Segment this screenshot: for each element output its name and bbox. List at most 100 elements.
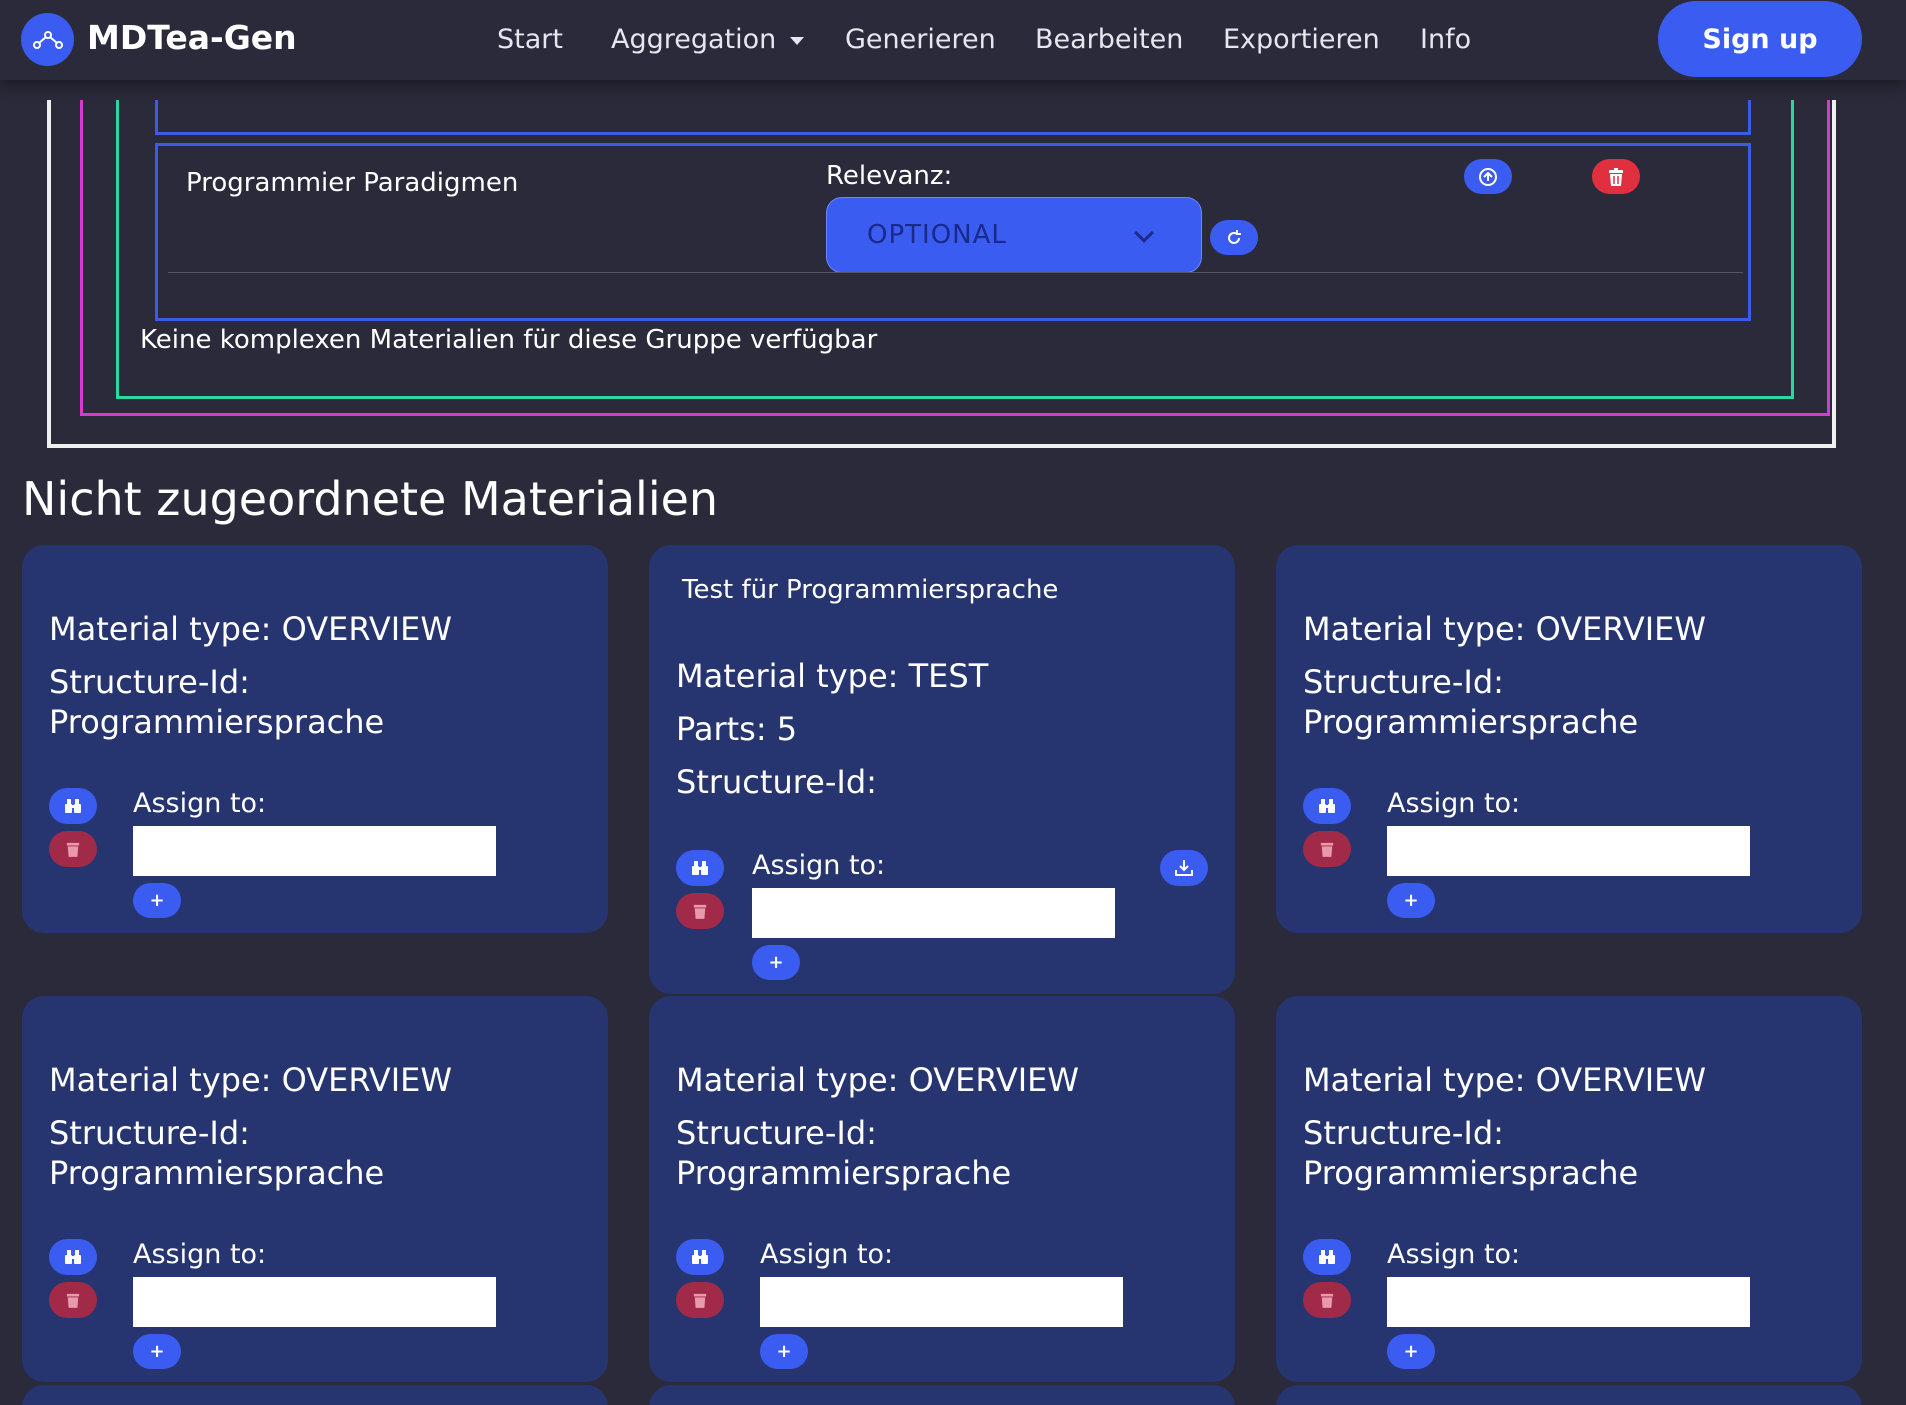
binoculars-icon (692, 861, 708, 875)
structure-id-value: Programmiersprache (49, 1154, 385, 1192)
material-type: Material type: OVERVIEW (49, 1061, 453, 1099)
brand-name[interactable]: MDTea-Gen (87, 18, 297, 57)
view-button[interactable] (49, 1239, 97, 1275)
binoculars-icon (1319, 799, 1335, 813)
trash-icon (66, 1293, 80, 1308)
material-card: Material type: OVERVIEW Structure-Id: Pr… (649, 996, 1235, 1382)
material-type: Material type: OVERVIEW (49, 610, 453, 648)
nav-aggregation[interactable]: Aggregation (611, 24, 805, 55)
add-assignment-button[interactable]: + (752, 945, 800, 980)
move-up-button[interactable] (1464, 159, 1512, 194)
node-divider (168, 272, 1743, 273)
material-parts: Parts: 5 (676, 710, 798, 748)
relevanz-label: Relevanz: (826, 161, 953, 191)
material-type: Material type: TEST (676, 657, 989, 695)
view-button[interactable] (676, 1239, 724, 1275)
chevron-down-icon (790, 36, 805, 45)
structure-node-previous (155, 100, 1751, 135)
node-title: Programmier Paradigmen (186, 168, 519, 198)
binoculars-icon (692, 1250, 708, 1264)
assign-label: Assign to: (760, 1239, 894, 1270)
brand-logo[interactable] (21, 13, 74, 66)
material-type: Material type: OVERVIEW (676, 1061, 1080, 1099)
relevanz-select[interactable]: OPTIONAL (826, 197, 1202, 273)
refresh-icon (1228, 229, 1241, 244)
structure-id-label: Structure-Id: (49, 663, 250, 701)
trash-icon (66, 842, 80, 857)
reset-relevanz-button[interactable] (1210, 220, 1258, 255)
material-card-next (649, 1385, 1235, 1405)
material-card-next (1276, 1385, 1862, 1405)
material-card: Material type: OVERVIEW Structure-Id: Pr… (22, 545, 608, 933)
nav-info[interactable]: Info (1420, 24, 1471, 55)
material-card: Material type: OVERVIEW Structure-Id: Pr… (22, 996, 608, 1382)
structure-id-label: Structure-Id: (1303, 1114, 1504, 1152)
network-icon (32, 30, 63, 49)
assign-label: Assign to: (752, 850, 886, 881)
add-assignment-button[interactable]: + (133, 883, 181, 918)
binoculars-icon (65, 1250, 81, 1264)
material-type: Material type: OVERVIEW (1303, 610, 1707, 648)
chevron-down-icon (1134, 223, 1154, 243)
add-assignment-button[interactable]: + (760, 1334, 808, 1369)
structure-id-label: Structure-Id: (676, 763, 877, 801)
assign-input[interactable] (752, 888, 1115, 938)
view-button[interactable] (676, 850, 724, 886)
signup-button[interactable]: Sign up (1658, 1, 1862, 77)
view-button[interactable] (49, 788, 97, 824)
trash-icon (1320, 842, 1334, 857)
nav-exportieren[interactable]: Exportieren (1223, 24, 1380, 55)
assign-label: Assign to: (133, 1239, 267, 1270)
download-button[interactable] (1160, 850, 1208, 886)
view-button[interactable] (1303, 788, 1351, 824)
add-assignment-button[interactable]: + (1387, 883, 1435, 918)
assign-input[interactable] (133, 826, 496, 876)
assign-label: Assign to: (133, 788, 267, 819)
assign-input[interactable] (1387, 1277, 1750, 1327)
binoculars-icon (1319, 1250, 1335, 1264)
material-card: Material type: OVERVIEW Structure-Id: Pr… (1276, 545, 1862, 933)
structure-id-value: Programmiersprache (1303, 703, 1639, 741)
material-card-next (22, 1385, 608, 1405)
delete-button[interactable] (676, 1282, 724, 1318)
download-icon (1175, 860, 1193, 876)
trash-icon (693, 904, 707, 919)
binoculars-icon (65, 799, 81, 813)
view-button[interactable] (1303, 1239, 1351, 1275)
structure-id-label: Structure-Id: (1303, 663, 1504, 701)
structure-id-label: Structure-Id: (49, 1114, 250, 1152)
structure-id-value: Programmiersprache (676, 1154, 1012, 1192)
delete-button[interactable] (49, 831, 97, 867)
navbar: MDTea-Gen Start Aggregation Generieren B… (0, 0, 1906, 80)
structure-node: Programmier Paradigmen Relevanz: OPTIONA… (155, 143, 1751, 321)
structure-id-value: Programmiersprache (1303, 1154, 1639, 1192)
material-card: Test für Programmiersprache Material typ… (649, 545, 1235, 994)
material-type: Material type: OVERVIEW (1303, 1061, 1707, 1099)
delete-node-button[interactable] (1592, 159, 1640, 194)
assign-label: Assign to: (1387, 788, 1521, 819)
delete-button[interactable] (1303, 831, 1351, 867)
add-assignment-button[interactable]: + (1387, 1334, 1435, 1369)
nav-start[interactable]: Start (497, 24, 563, 55)
no-complex-materials-text: Keine komplexen Materialien für diese Gr… (140, 325, 878, 355)
delete-button[interactable] (676, 893, 724, 929)
assign-input[interactable] (133, 1277, 496, 1327)
structure-id-label: Structure-Id: (676, 1114, 877, 1152)
nav-aggregation-label: Aggregation (611, 24, 777, 55)
material-title: Test für Programmiersprache (682, 575, 1059, 605)
nav-bearbeiten[interactable]: Bearbeiten (1035, 24, 1183, 55)
add-assignment-button[interactable]: + (133, 1334, 181, 1369)
delete-button[interactable] (49, 1282, 97, 1318)
assign-input[interactable] (760, 1277, 1123, 1327)
assign-label: Assign to: (1387, 1239, 1521, 1270)
arrow-up-circle-icon (1479, 167, 1497, 186)
section-heading: Nicht zugeordnete Materialien (22, 472, 719, 526)
relevanz-value: OPTIONAL (867, 220, 1007, 250)
trash-icon (1320, 1293, 1334, 1308)
delete-button[interactable] (1303, 1282, 1351, 1318)
material-card: Material type: OVERVIEW Structure-Id: Pr… (1276, 996, 1862, 1382)
nav-generieren[interactable]: Generieren (845, 24, 996, 55)
trash-icon (1609, 167, 1623, 186)
assign-input[interactable] (1387, 826, 1750, 876)
structure-id-value: Programmiersprache (49, 703, 385, 741)
